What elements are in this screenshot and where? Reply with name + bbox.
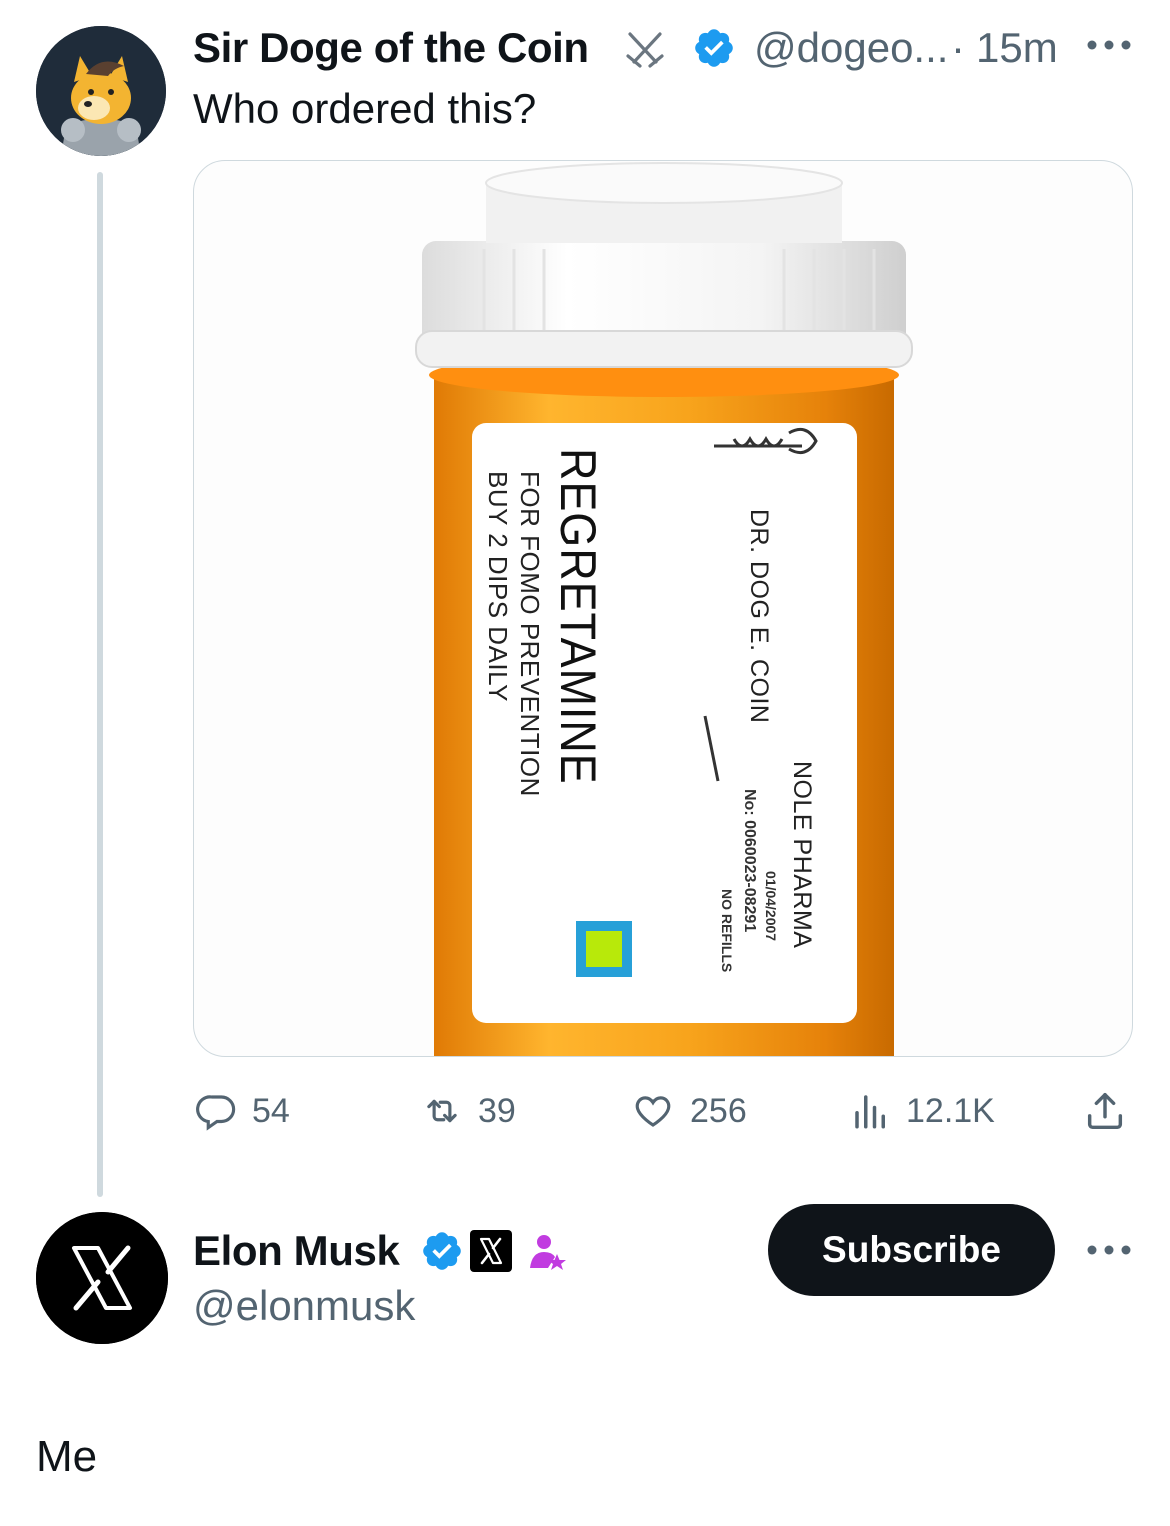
- reply-count: 54: [252, 1092, 290, 1130]
- repost-icon: [427, 1099, 457, 1123]
- label-doctor: DR. DOG E. COIN: [745, 509, 773, 724]
- profile-handle[interactable]: @elonmusk: [193, 1285, 415, 1327]
- author-name[interactable]: Sir Doge of the Coin: [193, 27, 589, 69]
- like-count: 256: [690, 1092, 747, 1130]
- meme-caption: Me: [36, 1432, 98, 1481]
- tweet-text: Who ordered this?: [193, 85, 537, 132]
- like-button[interactable]: 256: [630, 1090, 747, 1132]
- government-affiliate-icon: [524, 1230, 568, 1274]
- label-dose: BUY 2 DIPS DAILY: [483, 471, 513, 703]
- crossed-swords-icon: [622, 26, 668, 72]
- label-use: FOR FOMO PREVENTION: [515, 471, 545, 797]
- doge-avatar[interactable]: [36, 26, 166, 156]
- label-number: No: 0060023-08291: [741, 789, 758, 933]
- label-pharmacy: NOLE PHARMA: [788, 761, 816, 949]
- thread-line: [97, 172, 103, 1197]
- verified-badge-icon: [420, 1229, 464, 1273]
- reply-icon: [196, 1095, 236, 1131]
- reply-button[interactable]: 54: [196, 1090, 290, 1132]
- subscribe-button[interactable]: Subscribe: [768, 1204, 1055, 1296]
- more-options-icon[interactable]: [1085, 1243, 1133, 1257]
- label-refills: NO REFILLS: [719, 889, 735, 973]
- more-options-icon[interactable]: [1085, 38, 1133, 52]
- heart-icon: [635, 1096, 671, 1127]
- separator-dot: ·: [951, 24, 965, 71]
- share-icon[interactable]: [1082, 1088, 1128, 1134]
- label-date: 01/04/2007: [763, 871, 779, 942]
- views-icon: [855, 1095, 885, 1129]
- views-button[interactable]: 12.1K: [850, 1090, 995, 1132]
- label-drug-name: REGRETAMINE: [550, 448, 606, 785]
- verified-badge-icon: [692, 26, 736, 70]
- profile-name[interactable]: Elon Musk: [193, 1230, 400, 1272]
- tweet-media[interactable]: REGRETAMINE FOR FOMO PREVENTION BUY 2 DI…: [193, 160, 1133, 1057]
- author-handle[interactable]: @dogeo...: [754, 27, 948, 69]
- tweet-time[interactable]: 15m: [976, 27, 1058, 69]
- x-avatar[interactable]: [36, 1212, 168, 1344]
- repost-button[interactable]: 39: [420, 1090, 516, 1132]
- x-affiliate-badge-icon: [470, 1230, 512, 1272]
- repost-count: 39: [478, 1092, 516, 1130]
- views-count: 12.1K: [906, 1092, 995, 1130]
